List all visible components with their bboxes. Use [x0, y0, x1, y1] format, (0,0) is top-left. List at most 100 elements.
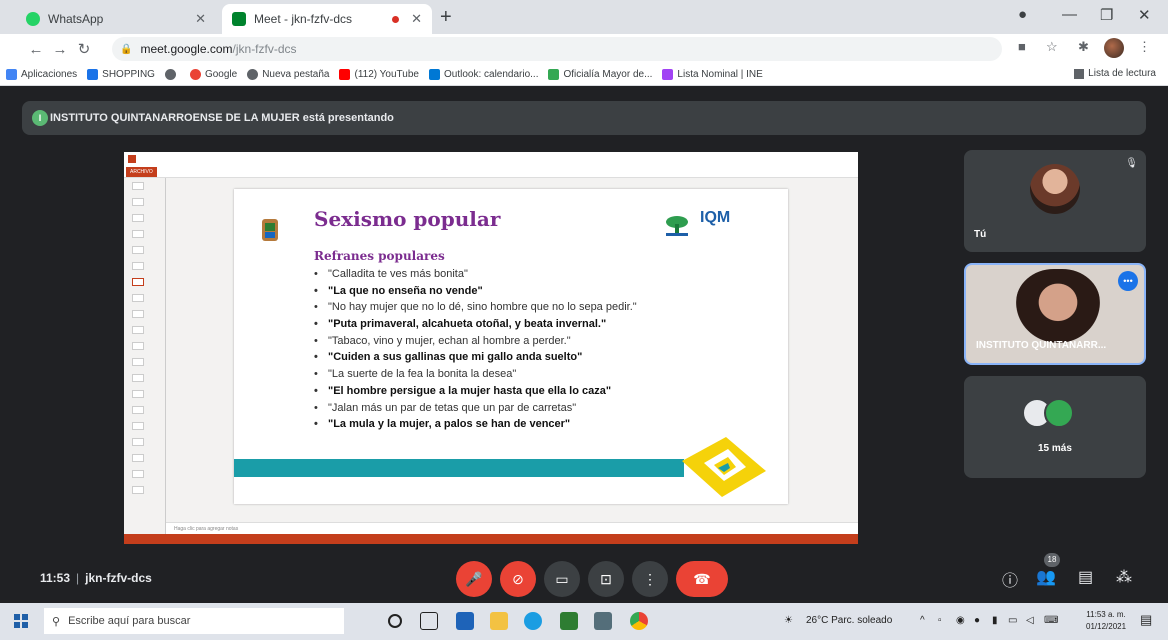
more-vert-icon: ⋮	[643, 571, 657, 587]
back-icon[interactable]: ←	[24, 41, 48, 58]
file-explorer-icon[interactable]	[490, 612, 508, 630]
minimize-icon[interactable]: —	[1062, 6, 1077, 23]
lock-icon: 🔒	[120, 43, 133, 55]
bookmark-shopping[interactable]: SHOPPING	[87, 69, 155, 80]
camera-off-icon: ⊘	[512, 571, 524, 587]
bookmark-oficialia[interactable]: Oficialía Mayor de...	[548, 69, 652, 80]
profile-avatar[interactable]	[1104, 38, 1124, 58]
calculator-icon[interactable]	[594, 612, 612, 630]
slide-thumb	[124, 354, 165, 370]
shared-presentation: ARCHIVO Sexismo popular IQM Refranes pop…	[124, 152, 858, 544]
slide: Sexismo popular IQM Refranes populares "…	[234, 189, 788, 504]
mic-muted-icon: 🎙	[1125, 158, 1138, 169]
slide-subtitle: Refranes populares	[314, 249, 445, 263]
decorative-logo-icon	[682, 437, 766, 497]
chat-icon[interactable]: ▤	[1078, 567, 1093, 587]
edge-icon[interactable]	[524, 612, 542, 630]
leave-call-button[interactable]: ☎	[676, 561, 728, 597]
taskbar-clock[interactable]: 11:53 a. m. 01/12/2021	[1086, 609, 1126, 633]
weather-text[interactable]: 26°C Parc. soleado	[806, 615, 892, 626]
bookmark-apps[interactable]: Aplicaciones	[6, 69, 77, 80]
banner-text: INSTITUTO QUINTANARROENSE DE LA MUJER es…	[50, 112, 394, 124]
slide-thumb	[124, 322, 165, 338]
bookmark-label: SHOPPING	[102, 69, 155, 80]
oficialia-icon	[548, 69, 560, 80]
meeting-time: 11:53	[40, 571, 71, 585]
outlook-app-icon[interactable]	[456, 612, 474, 630]
participant-tile-others[interactable]: 15 más	[964, 376, 1146, 478]
slide-thumb	[124, 258, 165, 274]
iqm-logo-text: IQM	[700, 209, 731, 226]
slide-thumb	[124, 450, 165, 466]
weather-icon: ☀	[784, 615, 793, 626]
bookmark-label: Lista Nominal | INE	[677, 69, 763, 80]
participant-name: Tú	[974, 229, 987, 240]
hang-up-icon: ☎	[693, 571, 711, 587]
speaker-icon[interactable]: ◁	[1026, 615, 1034, 626]
reading-list[interactable]: Lista de lectura	[1074, 68, 1156, 79]
forward-icon[interactable]: →	[48, 41, 72, 58]
participant-video	[1016, 269, 1100, 343]
tray-app-icon[interactable]: ●	[974, 615, 980, 626]
present-button[interactable]: ⊡	[588, 561, 624, 597]
bookmark-youtube[interactable]: (112) YouTube	[339, 69, 419, 80]
taskbar-search[interactable]: ⚲ Escribe aquí para buscar	[44, 608, 344, 634]
network-icon[interactable]: ▭	[1008, 615, 1017, 626]
language-icon[interactable]: ⌨	[1044, 615, 1058, 626]
participant-tile-self[interactable]: 🎙 Tú	[964, 150, 1146, 252]
star-icon[interactable]: ☆	[1046, 39, 1058, 55]
bookmark-label: (112) YouTube	[354, 69, 419, 80]
close-tab-icon[interactable]: ✕	[411, 11, 422, 27]
extensions-icon[interactable]: ✱	[1078, 39, 1089, 55]
close-window-icon[interactable]: ✕	[1138, 6, 1151, 24]
windows-start-icon[interactable]	[14, 614, 28, 628]
mic-toggle-button[interactable]: 🎤	[456, 561, 492, 597]
globe-icon	[247, 69, 259, 80]
task-view-icon[interactable]	[420, 612, 438, 630]
maximize-icon[interactable]: ❐	[1100, 6, 1113, 24]
notifications-icon[interactable]: ▤	[1140, 612, 1152, 628]
activities-icon[interactable]: ⁂	[1116, 567, 1132, 587]
chrome-icon[interactable]	[630, 612, 648, 630]
reading-list-icon	[1074, 68, 1085, 79]
bookmarks-bar: Aplicaciones SHOPPING Google Nueva pesta…	[0, 64, 1168, 86]
profile-dot-icon[interactable]: ●	[1018, 6, 1027, 23]
cortana-icon[interactable]	[388, 614, 402, 628]
reload-icon[interactable]: ↻	[72, 40, 96, 58]
tab-title: Meet - jkn-fzfv-dcs	[254, 12, 353, 26]
captions-button[interactable]: ▭	[544, 561, 580, 597]
bookmark-label: Outlook: calendario...	[443, 69, 539, 80]
url-path: /jkn-fzfv-dcs	[232, 42, 297, 56]
camera-icon[interactable]: ■	[1018, 39, 1026, 54]
bookmark-outlook[interactable]: Outlook: calendario...	[428, 69, 539, 80]
tab-meet[interactable]: Meet - jkn-fzfv-dcs ✕	[222, 4, 432, 34]
ppt-notes: Haga clic para agregar notas	[166, 522, 858, 534]
avatar	[1030, 164, 1080, 214]
bookmark-new-tab[interactable]: Nueva pestaña	[247, 69, 329, 80]
new-tab-button[interactable]: +	[440, 6, 452, 29]
powerpoint-icon	[128, 155, 136, 163]
captions-icon: ▭	[555, 571, 569, 587]
battery-icon[interactable]: ▮	[992, 615, 998, 626]
tray-chevron-icon[interactable]: ^	[920, 615, 925, 626]
bookmark-google[interactable]: Google	[189, 69, 237, 80]
excel-icon[interactable]	[560, 612, 578, 630]
address-bar[interactable]: 🔒 meet.google.com/jkn-fzfv-dcs	[112, 37, 1002, 61]
url-host: meet.google.com	[140, 42, 233, 56]
more-options-button[interactable]: ⋮	[632, 561, 668, 597]
refran-item: "Calladita te ves más bonita"	[314, 266, 784, 283]
camera-toggle-button[interactable]: ⊘	[500, 561, 536, 597]
bookmark-ine[interactable]: Lista Nominal | INE	[662, 69, 763, 80]
outlook-icon	[428, 69, 440, 80]
tray-app-icon[interactable]: ◉	[956, 615, 965, 626]
tray-app-icon[interactable]: ▫	[938, 615, 942, 626]
info-icon[interactable]: ⓘ	[1002, 567, 1018, 591]
people-icon[interactable]: 👥	[1036, 567, 1056, 587]
close-tab-icon[interactable]: ✕	[195, 11, 206, 27]
menu-icon[interactable]: ⋮	[1138, 39, 1151, 55]
slide-thumb	[124, 178, 165, 194]
participant-tile-presenter[interactable]: ••• INSTITUTO QUINTANARR...	[964, 263, 1146, 365]
tab-whatsapp[interactable]: WhatsApp ✕	[16, 4, 216, 34]
people-count-badge: 18	[1044, 553, 1060, 567]
bookmark-globe[interactable]	[164, 69, 180, 80]
